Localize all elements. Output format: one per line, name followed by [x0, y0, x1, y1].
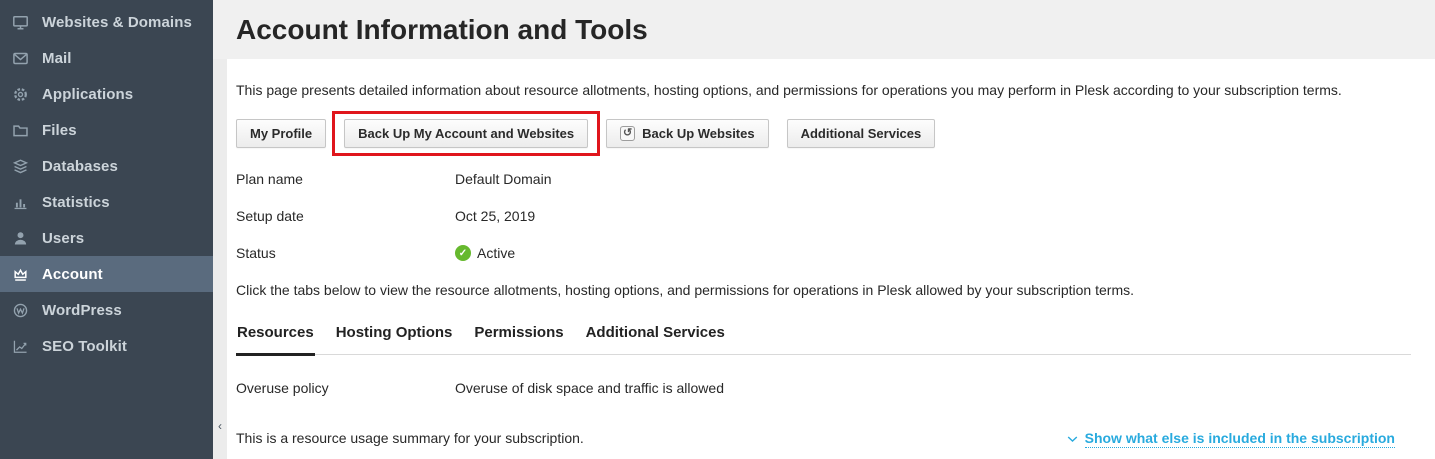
- sidebar-item-label: WordPress: [42, 302, 122, 319]
- sidebar-item-label: Databases: [42, 158, 118, 175]
- sidebar-item-files[interactable]: Files: [0, 112, 213, 148]
- gear-icon: [11, 85, 29, 103]
- sidebar: Websites & Domains Mail Applications Fil…: [0, 0, 213, 459]
- layers-icon: [11, 157, 29, 175]
- account-info-list: Plan name Default Domain Setup date Oct …: [236, 171, 1411, 261]
- sidebar-item-label: Statistics: [42, 194, 110, 211]
- subscription-tabs: Resources Hosting Options Permissions Ad…: [236, 324, 1411, 355]
- sidebar-item-seo-toolkit[interactable]: SEO Toolkit: [0, 328, 213, 364]
- setup-date-label: Setup date: [236, 208, 455, 224]
- seo-chart-icon: [11, 337, 29, 355]
- sidebar-item-websites-domains[interactable]: Websites & Domains: [0, 4, 213, 40]
- page-description: This page presents detailed information …: [236, 82, 1411, 98]
- resource-summary-row: This is a resource usage summary for you…: [236, 430, 1411, 448]
- wordpress-icon: [11, 301, 29, 319]
- setup-date-value: Oct 25, 2019: [455, 208, 535, 224]
- sidebar-item-applications[interactable]: Applications: [0, 76, 213, 112]
- plan-name-label: Plan name: [236, 171, 455, 187]
- tab-additional-services[interactable]: Additional Services: [585, 324, 726, 356]
- mail-icon: [11, 49, 29, 67]
- tab-permissions[interactable]: Permissions: [473, 324, 564, 356]
- status-active-check-icon: ✓: [455, 245, 471, 261]
- status-label: Status: [236, 245, 455, 261]
- backup-websites-label: Back Up Websites: [642, 126, 754, 141]
- sidebar-item-wordpress[interactable]: WordPress: [0, 292, 213, 328]
- sidebar-item-label: Users: [42, 230, 84, 247]
- plan-name-row: Plan name Default Domain: [236, 171, 1411, 187]
- overuse-policy-value: Overuse of disk space and traffic is all…: [455, 380, 724, 396]
- my-profile-button[interactable]: My Profile: [236, 119, 326, 148]
- folder-icon: [11, 121, 29, 139]
- sidebar-item-label: Account: [42, 266, 103, 283]
- show-subscription-link[interactable]: Show what else is included in the subscr…: [1067, 430, 1395, 448]
- crown-icon: [11, 265, 29, 283]
- plan-name-value: Default Domain: [455, 171, 552, 187]
- sidebar-item-label: Websites & Domains: [42, 14, 192, 31]
- sidebar-item-mail[interactable]: Mail: [0, 40, 213, 76]
- resource-summary-text: This is a resource usage summary for you…: [236, 430, 584, 446]
- sidebar-item-databases[interactable]: Databases: [0, 148, 213, 184]
- chevron-down-icon: [1067, 435, 1078, 443]
- setup-date-row: Setup date Oct 25, 2019: [236, 208, 1411, 224]
- monitor-icon: [11, 13, 29, 31]
- status-value: ✓ Active: [455, 245, 515, 261]
- sidebar-item-account[interactable]: Account: [0, 256, 213, 292]
- overuse-policy-label: Overuse policy: [236, 380, 455, 396]
- status-row: Status ✓ Active: [236, 245, 1411, 261]
- bar-chart-icon: [11, 193, 29, 211]
- main-content: Account Information and Tools ‹ This pag…: [213, 0, 1435, 459]
- backup-restore-icon: ↺: [620, 126, 635, 141]
- tab-resources[interactable]: Resources: [236, 324, 315, 356]
- collapse-sidebar-button[interactable]: ‹: [213, 417, 227, 435]
- additional-services-button[interactable]: Additional Services: [787, 119, 936, 148]
- sidebar-item-label: Files: [42, 122, 77, 139]
- backup-websites-button[interactable]: ↺ Back Up Websites: [606, 119, 768, 148]
- overuse-policy-row: Overuse policy Overuse of disk space and…: [236, 380, 1411, 396]
- sidebar-item-users[interactable]: Users: [0, 220, 213, 256]
- page-title: Account Information and Tools: [236, 14, 648, 46]
- sidebar-item-label: Mail: [42, 50, 72, 67]
- sidebar-item-label: Applications: [42, 86, 133, 103]
- title-band: Account Information and Tools: [213, 0, 1435, 59]
- status-badge: Active: [477, 245, 515, 261]
- user-icon: [11, 229, 29, 247]
- sidebar-collapse-strip: ‹: [213, 59, 227, 459]
- backup-account-websites-button[interactable]: Back Up My Account and Websites: [344, 119, 588, 148]
- show-subscription-link-label: Show what else is included in the subscr…: [1085, 430, 1395, 448]
- sidebar-item-label: SEO Toolkit: [42, 338, 127, 355]
- sidebar-item-statistics[interactable]: Statistics: [0, 184, 213, 220]
- red-annotation-box: Back Up My Account and Websites: [332, 111, 600, 156]
- toolbar: My Profile Back Up My Account and Websit…: [236, 119, 1411, 148]
- tab-hosting-options[interactable]: Hosting Options: [335, 324, 454, 356]
- tabs-hint-text: Click the tabs below to view the resourc…: [236, 282, 1411, 298]
